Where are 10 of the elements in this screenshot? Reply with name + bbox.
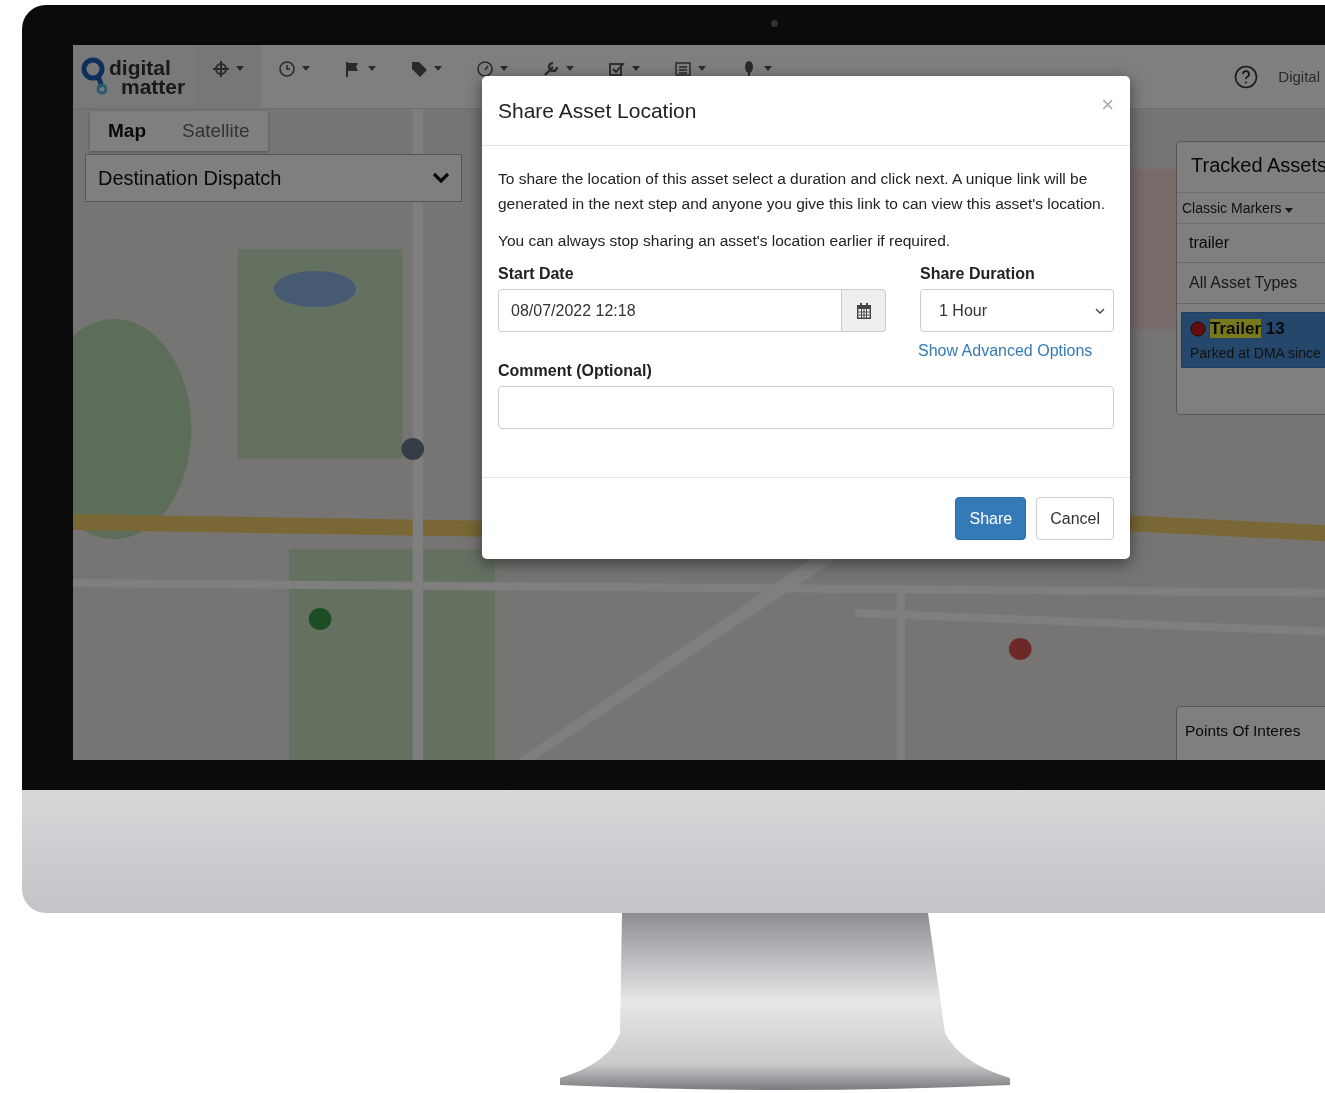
dialog-paragraph: To share the location of this asset select a duration and click next. A unique link will be generated in the next step and anyone you give this link to can view this asset's location. <box>498 169 1106 214</box>
field-label: Comment (Optional) <box>498 362 653 380</box>
panel-title: Points Of Interes <box>1185 722 1301 739</box>
field-label: Share Duration <box>920 265 1036 283</box>
logo-text: digital <box>109 57 172 77</box>
dialog-title: Share Asset Location <box>498 98 697 123</box>
dialog-paragraph: You can always stop sharing an asset's location earlier if required. <box>498 231 952 251</box>
field-label: Start Date <box>498 265 575 283</box>
asset-status: Parked at DMA since <box>1190 345 1322 361</box>
asset-name: Trailer 13 <box>1210 319 1285 339</box>
